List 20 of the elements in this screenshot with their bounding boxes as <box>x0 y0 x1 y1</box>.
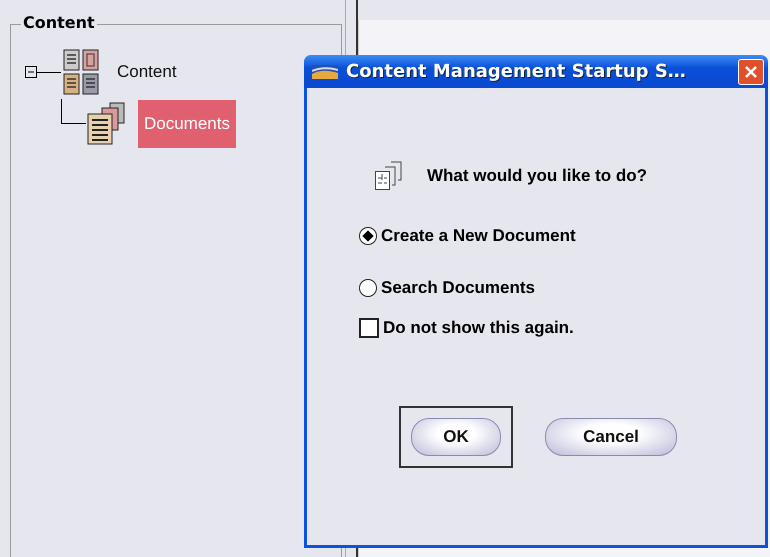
radio-option[interactable]: Search Documents <box>359 276 765 300</box>
radio-button[interactable] <box>359 227 377 245</box>
app-icon <box>312 64 338 78</box>
ok-button[interactable]: OK <box>399 406 513 468</box>
window-title: Content Management Startup S… <box>346 61 687 82</box>
option-label: Create a New Document <box>381 226 576 246</box>
tree-connector-line <box>61 99 86 124</box>
option-label: Do not show this again. <box>383 318 574 338</box>
documents-icon <box>86 102 126 146</box>
close-icon <box>743 64 759 80</box>
radio-option[interactable]: Create a New Document <box>359 224 765 248</box>
question-text: What would you like to do? <box>427 166 648 186</box>
radio-button[interactable] <box>359 279 377 297</box>
grid-icon <box>63 49 99 95</box>
close-button[interactable] <box>738 58 764 84</box>
checkbox-option[interactable]: Do not show this again. <box>359 316 765 340</box>
tree-item[interactable]: Content <box>111 48 183 96</box>
collapse-toggle[interactable] <box>25 66 37 78</box>
checkbox[interactable] <box>359 318 379 338</box>
option-label: Search Documents <box>381 278 535 298</box>
